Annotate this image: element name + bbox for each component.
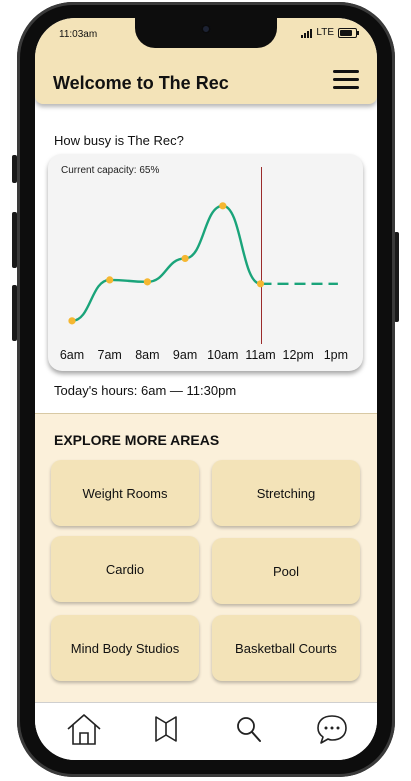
todays-hours: Today's hours: 6am — 11:30pm — [54, 383, 237, 398]
data-point-9am — [181, 254, 189, 263]
notch — [135, 18, 277, 48]
hamburger-menu-icon[interactable] — [333, 70, 359, 90]
x-tick-label-12pm: 12pm — [283, 348, 314, 362]
area-mind-body-studios-button[interactable]: Mind Body Studios — [51, 615, 199, 681]
x-tick-label-7am: 7am — [98, 348, 122, 362]
data-point-6am — [68, 317, 76, 325]
capacity-chart: 6am 7am 8am 9am 10am 11am 12pm 1pm — [60, 167, 348, 362]
signal-icon — [301, 28, 313, 38]
explore-section: EXPLORE MORE AREAS Weight Rooms Stretchi… — [35, 413, 377, 704]
area-stretching-button[interactable]: Stretching — [212, 460, 360, 526]
busy-question: How busy is The Rec? — [54, 133, 184, 148]
battery-icon — [338, 27, 359, 38]
chat-icon[interactable] — [312, 711, 352, 747]
data-point-11am — [256, 280, 265, 288]
search-icon[interactable] — [229, 711, 269, 747]
map-icon[interactable] — [146, 711, 186, 747]
status-time: 11:03am — [59, 29, 98, 40]
front-camera — [201, 24, 211, 34]
x-tick-label-6am: 6am — [60, 348, 84, 362]
bottom-tab-bar — [35, 702, 377, 760]
capacity-line — [70, 204, 262, 323]
area-pool-button[interactable]: Pool — [212, 538, 360, 604]
x-tick-label-10am: 10am — [207, 348, 238, 362]
network-type: LTE — [316, 27, 334, 38]
data-point-10am — [219, 202, 227, 210]
explore-title: EXPLORE MORE AREAS — [54, 432, 220, 448]
phone-frame: 11:03am LTE Welcome to The Rec How busy … — [17, 2, 395, 777]
x-tick-label-1pm: 1pm — [324, 348, 348, 362]
area-weight-rooms-button[interactable]: Weight Rooms — [51, 460, 199, 526]
data-point-8am — [143, 278, 151, 286]
x-tick-label-9am: 9am — [173, 348, 197, 362]
capacity-chart-card: Current capacity: 65% 6am 7am 8am 9am 10am 11… — [48, 154, 363, 371]
status-indicators: LTE — [301, 27, 359, 38]
x-tick-label-8am: 8am — [135, 348, 159, 362]
x-tick-label-11am: 11am — [245, 348, 275, 362]
data-point-7am — [106, 276, 114, 284]
home-icon[interactable] — [64, 711, 104, 747]
app-screen: 11:03am LTE Welcome to The Rec How busy … — [35, 18, 377, 760]
area-cardio-button[interactable]: Cardio — [51, 536, 199, 602]
page-title: Welcome to The Rec — [53, 73, 229, 93]
area-basketball-courts-button[interactable]: Basketball Courts — [212, 615, 360, 681]
